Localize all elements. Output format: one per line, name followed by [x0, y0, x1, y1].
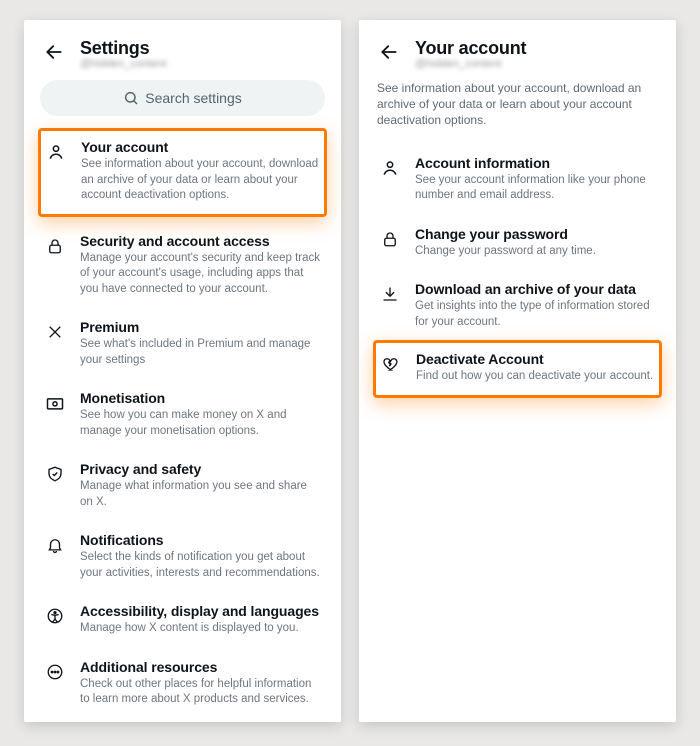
settings-item-your-account[interactable]: Your account See information about your … — [38, 128, 327, 217]
item-title: Change your password — [415, 226, 596, 242]
search-icon — [123, 90, 139, 106]
item-sub: Check out other places for helpful infor… — [80, 677, 321, 708]
header: Your account @hidden_content — [373, 38, 662, 70]
item-sub: See how you can make money on X and mana… — [80, 408, 321, 439]
item-title: Your account — [81, 139, 320, 155]
back-button[interactable] — [377, 40, 401, 64]
title-block: Your account @hidden_content — [415, 38, 662, 70]
heartbreak-icon — [380, 353, 402, 375]
settings-list: Your account See information about your … — [38, 130, 327, 720]
account-item-download[interactable]: Download an archive of your data Get ins… — [373, 271, 662, 342]
item-sub: Manage your account's security and keep … — [80, 251, 321, 298]
more-icon — [44, 661, 66, 683]
arrow-left-icon — [44, 42, 64, 62]
page-title: Your account — [415, 38, 662, 59]
account-panel: Your account @hidden_content See informa… — [359, 20, 676, 722]
account-item-deactivate[interactable]: Deactivate Account Find out how you can … — [373, 340, 662, 398]
item-title: Privacy and safety — [80, 461, 321, 477]
money-icon — [44, 392, 66, 414]
shield-icon — [44, 463, 66, 485]
search-input[interactable]: Search settings — [40, 80, 325, 116]
item-title: Notifications — [80, 532, 321, 548]
settings-item-monetisation[interactable]: Monetisation See how you can make money … — [38, 380, 327, 451]
settings-item-notifications[interactable]: Notifications Select the kinds of notifi… — [38, 522, 327, 593]
item-title: Accessibility, display and languages — [80, 603, 319, 619]
item-title: Monetisation — [80, 390, 321, 406]
user-handle: @hidden_content — [415, 58, 662, 70]
account-list: Account information See your account inf… — [373, 145, 662, 404]
settings-item-premium[interactable]: Premium See what's included in Premium a… — [38, 309, 327, 380]
x-icon — [44, 321, 66, 343]
arrow-left-icon — [379, 42, 399, 62]
settings-panel: Settings @hidden_content Search settings… — [24, 20, 341, 722]
page-title: Settings — [80, 38, 327, 59]
item-sub: Change your password at any time. — [415, 244, 596, 260]
account-item-password[interactable]: Change your password Change your passwor… — [373, 216, 662, 272]
settings-item-additional[interactable]: Additional resources Check out other pla… — [38, 649, 327, 720]
item-title: Premium — [80, 319, 321, 335]
settings-item-accessibility[interactable]: Accessibility, display and languages Man… — [38, 593, 327, 649]
settings-item-privacy[interactable]: Privacy and safety Manage what informati… — [38, 451, 327, 522]
download-icon — [379, 283, 401, 305]
person-icon — [45, 141, 67, 163]
back-button[interactable] — [42, 40, 66, 64]
page-description: See information about your account, down… — [377, 80, 658, 129]
item-title: Additional resources — [80, 659, 321, 675]
item-sub: Select the kinds of notification you get… — [80, 550, 321, 581]
bell-icon — [44, 534, 66, 556]
title-block: Settings @hidden_content — [80, 38, 327, 70]
accessibility-icon — [44, 605, 66, 627]
item-title: Deactivate Account — [416, 351, 653, 367]
lock-icon — [44, 235, 66, 257]
item-sub: Get insights into the type of informatio… — [415, 299, 656, 330]
item-title: Download an archive of your data — [415, 281, 656, 297]
item-sub: See what's included in Premium and manag… — [80, 337, 321, 368]
item-title: Account information — [415, 155, 656, 171]
search-placeholder: Search settings — [145, 90, 242, 106]
item-sub: Find out how you can deactivate your acc… — [416, 369, 653, 385]
person-icon — [379, 157, 401, 179]
user-handle: @hidden_content — [80, 58, 327, 70]
item-sub: Manage what information you see and shar… — [80, 479, 321, 510]
item-title: Security and account access — [80, 233, 321, 249]
item-sub: See information about your account, down… — [81, 157, 320, 204]
account-item-information[interactable]: Account information See your account inf… — [373, 145, 662, 216]
settings-item-security[interactable]: Security and account access Manage your … — [38, 223, 327, 310]
item-sub: See your account information like your p… — [415, 173, 656, 204]
key-icon — [379, 228, 401, 250]
item-sub: Manage how X content is displayed to you… — [80, 621, 319, 637]
header: Settings @hidden_content — [38, 38, 327, 70]
